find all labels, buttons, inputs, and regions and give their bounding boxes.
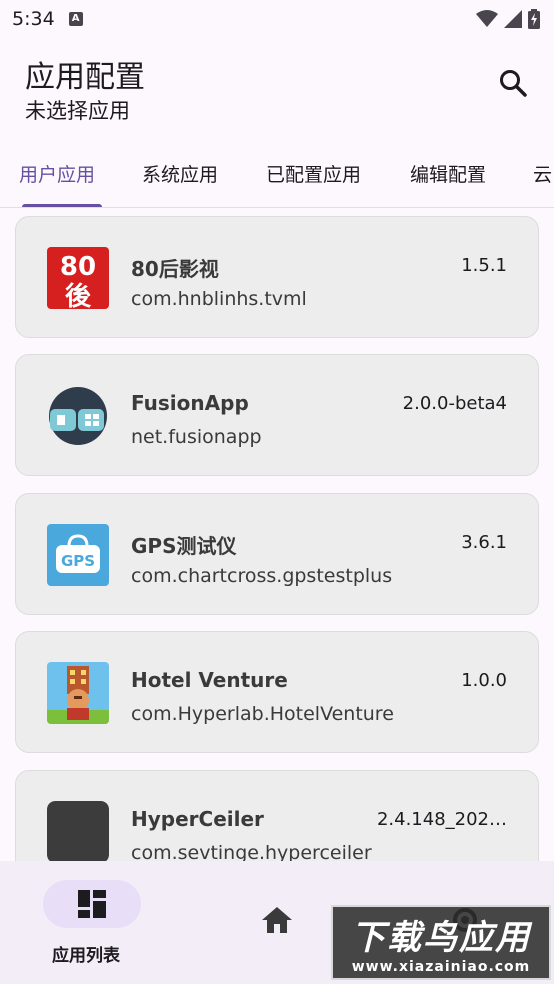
page-subtitle: 未选择应用 xyxy=(25,99,130,123)
svg-text:GPS: GPS xyxy=(61,552,95,570)
svg-text:80: 80 xyxy=(60,252,96,282)
tab-configured-apps[interactable]: 已配置应用 xyxy=(266,160,361,187)
search-button[interactable] xyxy=(498,68,534,104)
watermark-sub: www.xiazainiao.com xyxy=(351,959,531,975)
status-time: 5:34 xyxy=(12,8,55,30)
list-item[interactable]: Hotel Venture com.Hyperlab.HotelVenture … xyxy=(15,631,539,753)
app-name: GPS测试仪 xyxy=(131,534,237,558)
app-package: net.fusionapp xyxy=(131,426,262,448)
svg-text:後: 後 xyxy=(65,281,92,309)
app-list[interactable]: 80 後 80后影视 com.hnblinhs.tvml 1.5.1 Fusio… xyxy=(0,209,554,861)
tab-system-apps[interactable]: 系统应用 xyxy=(142,160,218,187)
dashboard-icon xyxy=(78,890,106,918)
home-icon xyxy=(262,907,292,933)
fusionapp-icon xyxy=(47,385,109,447)
status-bar: 5:34 A xyxy=(0,0,554,38)
hyperceiler-icon xyxy=(47,801,109,861)
nav-item-home[interactable] xyxy=(260,905,294,939)
wifi-icon xyxy=(476,10,498,27)
app-package: com.sevtinge.hyperceiler xyxy=(131,842,372,861)
a-box-icon: A xyxy=(68,12,83,26)
app-version: 2.4.148_202… xyxy=(376,809,507,830)
battery-charging-icon xyxy=(528,9,540,29)
app-name: 80后影视 xyxy=(131,257,219,281)
watermark: 下载鸟应用 www.xiazainiao.com xyxy=(331,905,551,980)
list-item[interactable]: 80 後 80后影视 com.hnblinhs.tvml 1.5.1 xyxy=(15,216,539,338)
app-name: FusionApp xyxy=(131,391,249,415)
search-icon xyxy=(500,70,527,97)
tab-cloud[interactable]: 云 xyxy=(533,160,552,187)
watermark-main: 下载鸟应用 xyxy=(351,918,531,958)
tab-bar: 用户应用 系统应用 已配置应用 编辑配置 云 xyxy=(0,140,554,208)
app-version: 2.0.0-beta4 xyxy=(402,393,507,414)
app-package: com.Hyperlab.HotelVenture xyxy=(131,703,394,725)
app-package: com.hnblinhs.tvml xyxy=(131,288,307,310)
app-name: Hotel Venture xyxy=(131,668,288,692)
status-icons xyxy=(476,9,540,29)
nav-item-app-list[interactable] xyxy=(43,880,141,928)
list-item[interactable]: GPS GPS测试仪 com.chartcross.gpstestplus 3.… xyxy=(15,493,539,615)
eighties-icon: 80 後 xyxy=(47,247,109,309)
app-package: com.chartcross.gpstestplus xyxy=(131,565,393,587)
tab-edit-config[interactable]: 编辑配置 xyxy=(410,160,486,187)
list-item[interactable]: FusionApp net.fusionapp 2.0.0-beta4 xyxy=(15,354,539,476)
tab-user-apps[interactable]: 用户应用 xyxy=(19,160,95,187)
app-name: HyperCeiler xyxy=(131,807,264,831)
page-title: 应用配置 xyxy=(25,60,145,95)
app-version: 1.0.0 xyxy=(461,670,507,691)
nav-item-label: 应用列表 xyxy=(52,946,120,966)
signal-icon xyxy=(504,10,522,28)
gps-icon: GPS xyxy=(47,524,109,586)
tab-indicator xyxy=(22,204,102,207)
list-item[interactable]: HyperCeiler com.sevtinge.hyperceiler 2.4… xyxy=(15,770,539,861)
hotel-venture-icon xyxy=(47,662,109,724)
app-version: 1.5.1 xyxy=(461,255,507,276)
app-version: 3.6.1 xyxy=(461,532,507,553)
